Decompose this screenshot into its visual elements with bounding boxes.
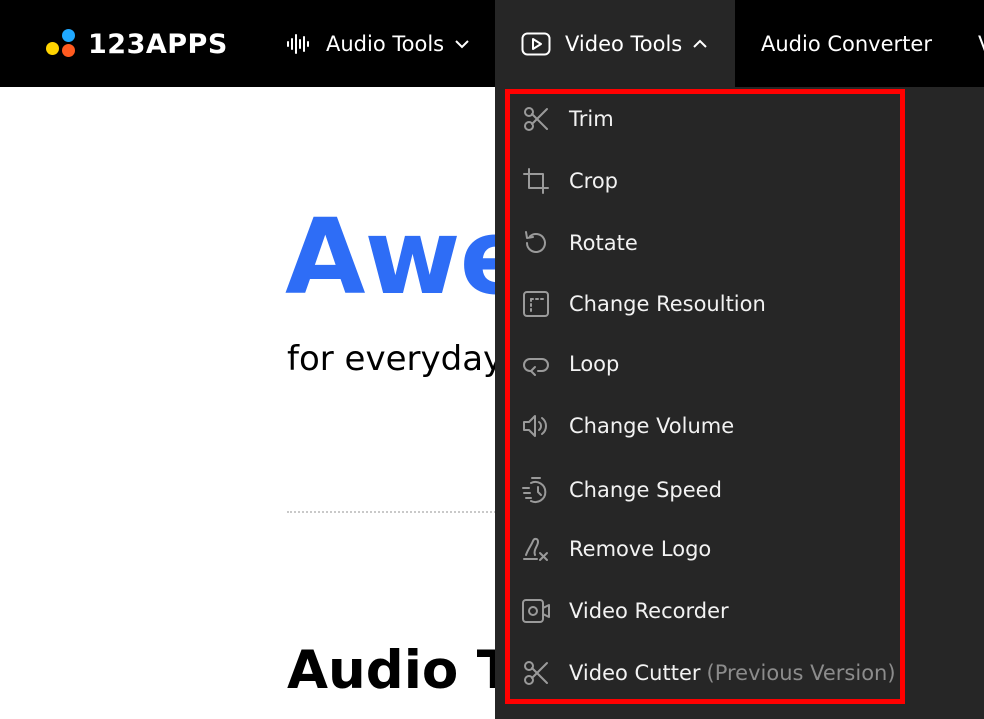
nav-video-tools-label: Video Tools <box>565 31 683 56</box>
brand-name: 123APPS <box>88 28 228 60</box>
chevron-up-icon <box>692 39 708 49</box>
nav-item-cutoff[interactable]: V <box>978 0 984 87</box>
hero-title: Awe <box>285 196 530 318</box>
logo-dots-icon <box>46 27 80 61</box>
nav-audio-converter-label: Audio Converter <box>761 31 932 56</box>
highlight-box <box>505 89 905 704</box>
nav-cutoff-label: V <box>978 32 984 56</box>
chevron-down-icon <box>454 39 470 49</box>
nav-audio-tools-label: Audio Tools <box>326 31 445 56</box>
waveform-icon <box>286 33 312 55</box>
hero-subtitle: for everyday <box>287 339 504 379</box>
nav-audio-converter[interactable]: Audio Converter <box>761 0 932 87</box>
nav-audio-tools[interactable]: Audio Tools <box>286 0 470 87</box>
play-icon <box>521 32 551 56</box>
top-nav-bar: 123APPS Audio Tools Video Tools Audio Co… <box>0 0 984 87</box>
dotted-divider <box>287 511 507 513</box>
nav-video-tools[interactable]: Video Tools <box>495 0 735 87</box>
brand-logo[interactable]: 123APPS <box>46 24 228 64</box>
